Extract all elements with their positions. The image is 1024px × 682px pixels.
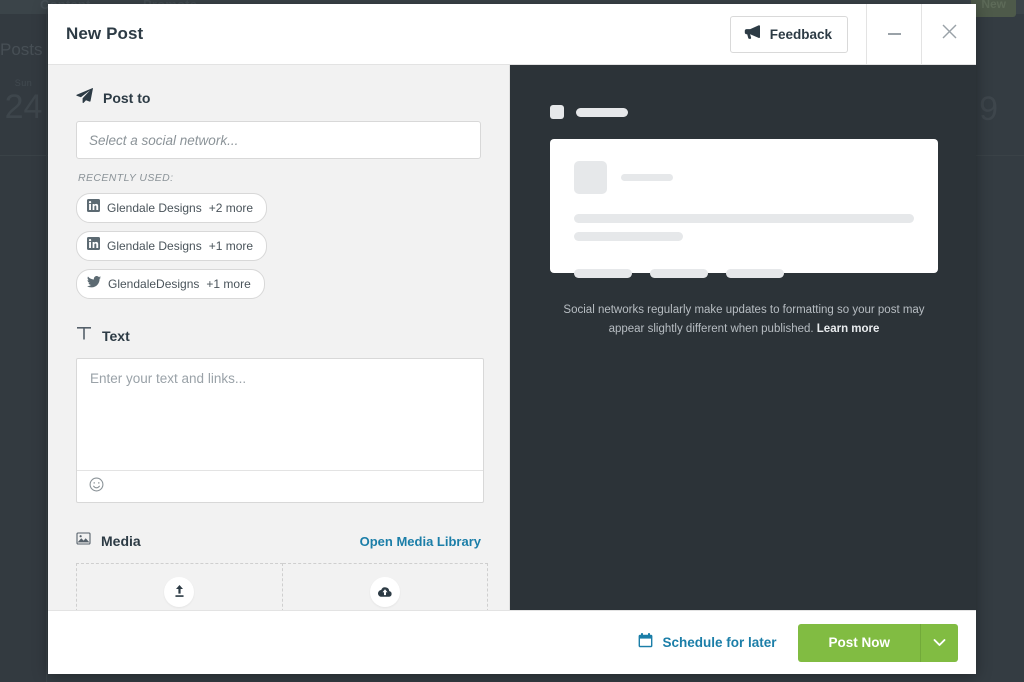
- feedback-button[interactable]: Feedback: [729, 15, 848, 53]
- recently-used-label: RECENTLY USED:: [78, 172, 174, 184]
- close-icon: [941, 23, 958, 45]
- modal-header: New Post Feedback: [48, 4, 976, 65]
- chevron-down-icon: [933, 635, 946, 650]
- post-to-label: Post to: [103, 90, 151, 106]
- emoji-smiley-icon[interactable]: [89, 477, 104, 497]
- cloud-upload-icon: [369, 576, 400, 607]
- text-section: Text: [76, 325, 484, 503]
- text-label: Text: [102, 327, 130, 344]
- skeleton-action: [650, 269, 708, 278]
- skeleton-text-line: [574, 232, 683, 241]
- text-toolbar: [77, 470, 483, 502]
- skeleton-actions: [574, 269, 914, 278]
- header-actions: Feedback: [729, 4, 976, 64]
- chip-name: GlendaleDesigns: [108, 277, 200, 291]
- network-chip-twitter[interactable]: GlendaleDesigns +1 more: [76, 269, 265, 299]
- upload-icon: [164, 576, 195, 607]
- media-dropzones: Drag & drop files here Or select files t…: [76, 563, 488, 610]
- modal-footer: Schedule for later Post Now: [48, 610, 976, 674]
- skeleton-action: [574, 269, 632, 278]
- post-now-button[interactable]: Post Now: [798, 623, 920, 662]
- preview-card-skeleton: [550, 139, 938, 278]
- skeleton-card-header: [574, 161, 914, 194]
- background-new-button[interactable]: New: [971, 0, 1016, 17]
- post-text-input[interactable]: [77, 359, 483, 465]
- network-chip-linkedin-2[interactable]: Glendale Designs +1 more: [76, 231, 268, 261]
- minimize-icon: [887, 33, 901, 35]
- linkedin-icon: [87, 199, 100, 217]
- media-section: Media Open Media Library Drag & drop fil…: [76, 531, 488, 610]
- schedule-for-later-button[interactable]: Schedule for later: [638, 632, 777, 653]
- skeleton-action: [726, 269, 784, 278]
- learn-more-link[interactable]: Learn more: [817, 323, 880, 335]
- skeleton-handle: [621, 174, 673, 181]
- recently-used-chips: Glendale Designs +2 more Glendale Design…: [76, 193, 426, 299]
- minimize-button[interactable]: [866, 4, 921, 64]
- skeleton-text-line: [574, 214, 914, 223]
- post-now-group: Post Now: [798, 623, 958, 662]
- modal-body: Post to RECENTLY USED:: [48, 65, 976, 610]
- preview-disclaimer: Social networks regularly make updates t…: [550, 301, 938, 339]
- background-day-number-right: 9: [979, 90, 998, 128]
- skeleton-name-small: [576, 107, 628, 117]
- background-day-number: 24: [4, 88, 43, 126]
- chip-name: Glendale Designs: [107, 201, 202, 215]
- new-post-modal: New Post Feedback Post to Select a socia…: [48, 4, 976, 674]
- post-to-section: Post to RECENTLY USED:: [76, 87, 481, 299]
- chip-more-count: +1 more: [206, 277, 251, 291]
- schedule-label: Schedule for later: [662, 635, 777, 650]
- media-label: Media: [101, 533, 141, 549]
- background-day-name: Sun: [14, 78, 33, 88]
- paper-plane-icon: [76, 87, 93, 109]
- composer-pane: Post to RECENTLY USED:: [48, 65, 510, 610]
- preview-pane: Social networks regularly make updates t…: [510, 65, 976, 610]
- close-button[interactable]: [921, 4, 976, 64]
- open-media-library-link[interactable]: Open Media Library: [360, 534, 481, 549]
- text-box: [76, 358, 484, 503]
- preview-topbar-skeleton: [550, 105, 938, 119]
- megaphone-icon: [744, 24, 761, 44]
- media-header: Media Open Media Library: [76, 531, 481, 551]
- chip-more-count: +2 more: [208, 201, 254, 215]
- linkedin-icon: [87, 237, 100, 255]
- skeleton-avatar: [574, 161, 607, 194]
- dropzone-library[interactable]: Explore thousands of assets Browse your …: [282, 563, 488, 610]
- social-network-input[interactable]: [76, 121, 481, 159]
- network-chip-linkedin-1[interactable]: Glendale Designs +2 more: [76, 193, 268, 223]
- twitter-icon: [87, 275, 101, 293]
- chip-more-count: +1 more: [208, 239, 254, 253]
- skeleton-avatar-small: [550, 105, 564, 119]
- post-to-header: Post to: [76, 87, 481, 109]
- post-now-dropdown-button[interactable]: [920, 623, 958, 662]
- dropzone-upload[interactable]: Drag & drop files here Or select files t…: [76, 563, 283, 610]
- background-day-column: Sun 24: [0, 78, 47, 124]
- page-title: New Post: [66, 24, 144, 43]
- background-posts-label: Posts: [0, 40, 43, 59]
- calendar-icon: [638, 632, 653, 653]
- text-t-icon: [76, 325, 92, 346]
- feedback-label: Feedback: [769, 26, 832, 42]
- image-icon: [76, 531, 91, 551]
- text-header: Text: [76, 325, 481, 346]
- chip-name: Glendale Designs: [107, 239, 202, 253]
